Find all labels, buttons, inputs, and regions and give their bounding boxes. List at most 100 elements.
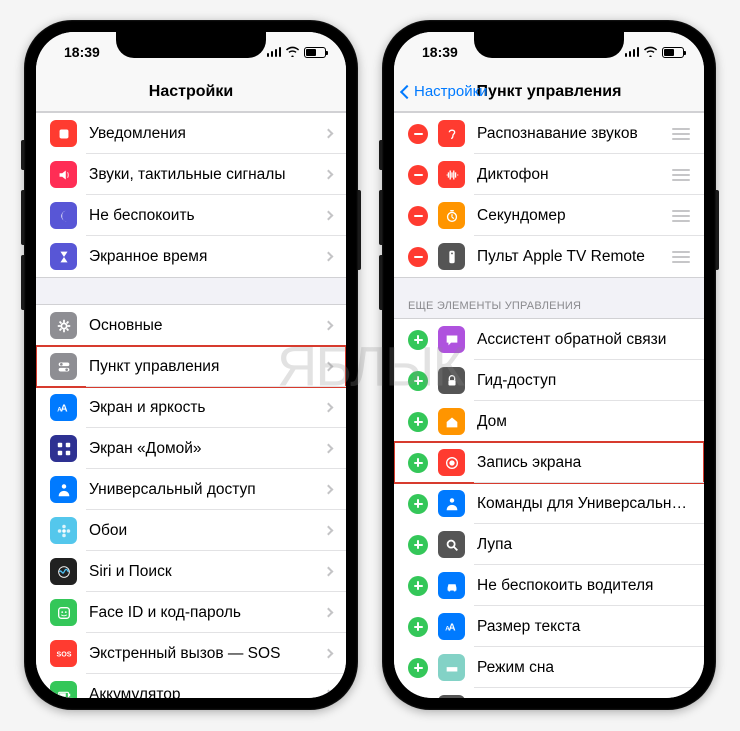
settings-row-accessibility[interactable]: Универсальный доступ: [36, 469, 346, 510]
row-label: Гид-доступ: [477, 372, 690, 390]
home-icon: [438, 408, 465, 435]
row-label: Диктофон: [477, 166, 672, 184]
row-label: Распознавание звуков: [477, 125, 672, 143]
add-button[interactable]: [408, 371, 428, 391]
voice-memos-icon: [438, 161, 465, 188]
included-row-apple-tv-remote[interactable]: Пульт Apple TV Remote: [394, 236, 704, 277]
more-row-shortcuts-accessibility[interactable]: Команды для Универсального дост...: [394, 483, 704, 524]
included-row-stopwatch[interactable]: Секундомер: [394, 195, 704, 236]
chevron-right-icon: [324, 211, 334, 221]
settings-row-sos[interactable]: SOS Экстренный вызов — SOS: [36, 633, 346, 674]
settings-content[interactable]: Уведомления Звуки, тактильные сигналы Не…: [36, 112, 346, 698]
add-button[interactable]: [408, 535, 428, 555]
apple-tv-remote-icon: [438, 243, 465, 270]
row-label: Не беспокоить водителя: [477, 577, 690, 595]
drag-handle-icon[interactable]: [672, 251, 690, 263]
status-right: [267, 45, 327, 60]
display-icon: AA: [50, 394, 77, 421]
chevron-right-icon: [324, 608, 334, 618]
status-time: 18:39: [64, 44, 100, 60]
settings-row-wallpaper[interactable]: Обои: [36, 510, 346, 551]
remove-button[interactable]: [408, 124, 428, 144]
remove-button[interactable]: [408, 165, 428, 185]
drag-handle-icon[interactable]: [672, 169, 690, 181]
chevron-right-icon: [324, 567, 334, 577]
row-label: Пульт Apple TV Remote: [477, 248, 672, 266]
back-button[interactable]: Настройки: [402, 83, 488, 100]
battery-icon: [50, 681, 77, 698]
included-row-voice-memos[interactable]: Диктофон: [394, 154, 704, 195]
settings-row-do-not-disturb[interactable]: Не беспокоить: [36, 195, 346, 236]
row-label: Звуки, тактильные сигналы: [89, 166, 325, 184]
add-button[interactable]: [408, 617, 428, 637]
more-row-sleep[interactable]: Режим сна: [394, 647, 704, 688]
page-title: Пункт управления: [477, 83, 622, 101]
settings-row-battery[interactable]: Аккумулятор: [36, 674, 346, 698]
svg-text:A: A: [445, 625, 450, 632]
settings-row-faceid[interactable]: Face ID и код-пароль: [36, 592, 346, 633]
remove-button[interactable]: [408, 206, 428, 226]
settings-row-sounds[interactable]: Звуки, тактильные сигналы: [36, 154, 346, 195]
settings-row-home-screen[interactable]: Экран «Домой»: [36, 428, 346, 469]
battery-icon: [304, 47, 326, 58]
remove-button[interactable]: [408, 247, 428, 267]
back-label: Настройки: [414, 83, 488, 100]
battery-icon: [662, 47, 684, 58]
add-button[interactable]: [408, 412, 428, 432]
add-button[interactable]: [408, 576, 428, 596]
row-label: Режим сна: [477, 659, 690, 677]
chevron-right-icon: [324, 526, 334, 536]
add-button[interactable]: [408, 330, 428, 350]
stopwatch-icon: [438, 202, 465, 229]
more-row-text-size[interactable]: AA Размер текста: [394, 606, 704, 647]
chevron-right-icon: [324, 362, 334, 372]
row-label: Секундомер: [477, 207, 672, 225]
chevron-right-icon: [324, 129, 334, 139]
drag-handle-icon[interactable]: [672, 128, 690, 140]
settings-row-notifications[interactable]: Уведомления: [36, 113, 346, 154]
more-row-home[interactable]: Дом: [394, 401, 704, 442]
settings-row-screen-time[interactable]: Экранное время: [36, 236, 346, 277]
nav-bar: Настройки: [36, 72, 346, 112]
wallpaper-icon: [50, 517, 77, 544]
screen-left: 18:39 Настройки Уведомления Звуки, такти…: [36, 32, 346, 698]
general-icon: [50, 312, 77, 339]
signal-icon: [625, 47, 640, 57]
row-label: Основные: [89, 317, 325, 335]
more-row-dnd-driving[interactable]: Не беспокоить водителя: [394, 565, 704, 606]
svg-text:SOS: SOS: [56, 650, 71, 658]
sound-recognition-icon: [438, 120, 465, 147]
signal-icon: [267, 47, 282, 57]
more-row-feedback[interactable]: Ассистент обратной связи: [394, 319, 704, 360]
settings-row-display[interactable]: AA Экран и яркость: [36, 387, 346, 428]
text-size-icon: AA: [438, 613, 465, 640]
add-button[interactable]: [408, 453, 428, 473]
nav-bar: Настройки Пункт управления: [394, 72, 704, 112]
dnd-driving-icon: [438, 572, 465, 599]
more-row-qr-scanner[interactable]: Сканер QR-кода: [394, 688, 704, 698]
row-label: Универсальный доступ: [89, 481, 325, 499]
add-button[interactable]: [408, 658, 428, 678]
row-label: Не беспокоить: [89, 207, 325, 225]
svg-text:A: A: [57, 406, 62, 413]
chevron-right-icon: [324, 444, 334, 454]
row-label: Экран «Домой»: [89, 440, 325, 458]
more-row-magnifier[interactable]: Лупа: [394, 524, 704, 565]
accessibility-icon: [50, 476, 77, 503]
screen-recording-icon: [438, 449, 465, 476]
settings-row-control-center[interactable]: Пункт управления: [36, 346, 346, 387]
row-label: Ассистент обратной связи: [477, 331, 690, 349]
row-label: Команды для Универсального дост...: [477, 495, 690, 513]
settings-row-siri[interactable]: Siri и Поиск: [36, 551, 346, 592]
more-row-guided-access[interactable]: Гид-доступ: [394, 360, 704, 401]
control-center-content[interactable]: Распознавание звуков Диктофон Секундомер…: [394, 112, 704, 698]
phone-left: 18:39 Настройки Уведомления Звуки, такти…: [24, 20, 358, 710]
row-label: Обои: [89, 522, 325, 540]
siri-icon: [50, 558, 77, 585]
drag-handle-icon[interactable]: [672, 210, 690, 222]
settings-row-general[interactable]: Основные: [36, 305, 346, 346]
more-row-screen-recording[interactable]: Запись экрана: [394, 442, 704, 483]
add-button[interactable]: [408, 494, 428, 514]
included-row-sound-recognition[interactable]: Распознавание звуков: [394, 113, 704, 154]
wifi-icon: [285, 45, 300, 60]
